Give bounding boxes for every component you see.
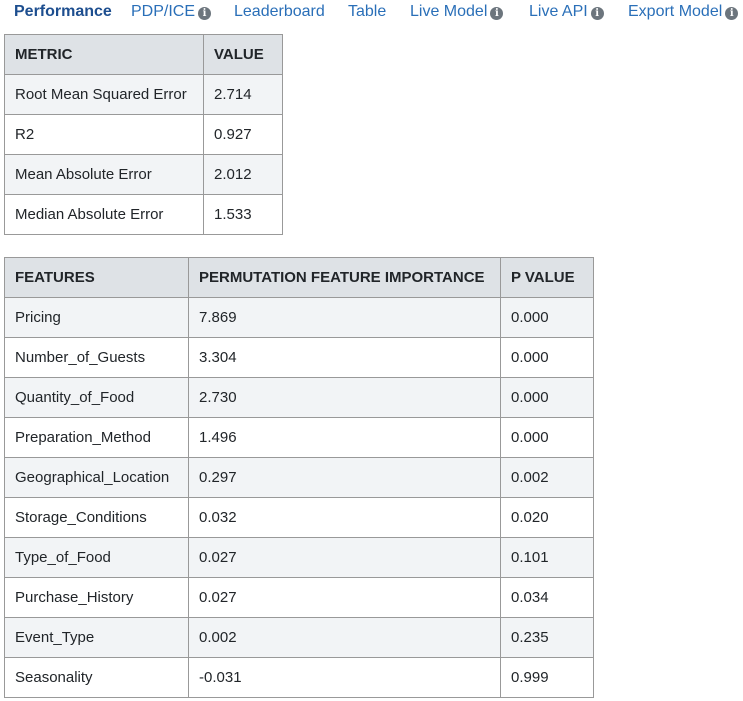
feature-p-value: 0.000	[500, 377, 594, 418]
metric-value: 0.927	[203, 114, 283, 155]
feature-importance: 0.027	[188, 577, 501, 618]
metric-name: Root Mean Squared Error	[4, 74, 204, 115]
table-row: Type_of_Food 0.027 0.101	[4, 537, 594, 578]
feature-name: Preparation_Method	[4, 417, 189, 458]
tab-table[interactable]: Table	[348, 2, 386, 22]
table-header-row: FEATURES PERMUTATION FEATURE IMPORTANCE …	[4, 257, 594, 298]
feature-importance: -0.031	[188, 657, 501, 698]
table-row: Mean Absolute Error 2.012	[4, 154, 283, 195]
feature-p-value: 0.034	[500, 577, 594, 618]
feature-p-value: 0.101	[500, 537, 594, 578]
feature-importance: 0.002	[188, 617, 501, 658]
info-icon[interactable]: i	[725, 7, 739, 20]
feature-importance: 2.730	[188, 377, 501, 418]
info-icon[interactable]: i	[590, 7, 604, 20]
feature-name: Pricing	[4, 297, 189, 338]
feature-p-value: 0.235	[500, 617, 594, 658]
feature-importance: 0.032	[188, 497, 501, 538]
feature-name: Storage_Conditions	[4, 497, 189, 538]
table-row: Geographical_Location 0.297 0.002	[4, 457, 594, 498]
feature-p-value: 0.000	[500, 297, 594, 338]
feature-p-value: 0.000	[500, 337, 594, 378]
table-row: Pricing 7.869 0.000	[4, 297, 594, 338]
metrics-table: METRIC VALUE Root Mean Squared Error 2.7…	[4, 34, 283, 235]
tab-bar: Performance PDP/ICE i Leaderboard Table L…	[0, 0, 743, 26]
info-icon[interactable]: i	[198, 7, 212, 20]
feature-name: Event_Type	[4, 617, 189, 658]
feature-name: Quantity_of_Food	[4, 377, 189, 418]
tab-live-model[interactable]: Live Model i	[410, 2, 504, 22]
metric-value: 2.012	[203, 154, 283, 195]
column-header-features: FEATURES	[4, 257, 189, 298]
tab-label: Performance	[14, 3, 112, 20]
feature-importance: 0.027	[188, 537, 501, 578]
table-row: Number_of_Guests 3.304 0.000	[4, 337, 594, 378]
tab-pdp-ice[interactable]: PDP/ICE i	[131, 2, 212, 22]
feature-importance: 7.869	[188, 297, 501, 338]
metric-name: Mean Absolute Error	[4, 154, 204, 195]
tab-export-model[interactable]: Export Model i	[628, 2, 739, 22]
table-row: Storage_Conditions 0.032 0.020	[4, 497, 594, 538]
table-row: Quantity_of_Food 2.730 0.000	[4, 377, 594, 418]
feature-name: Purchase_History	[4, 577, 189, 618]
metric-value: 1.533	[203, 194, 283, 235]
feature-importance-table: FEATURES PERMUTATION FEATURE IMPORTANCE …	[4, 257, 594, 698]
table-row: Event_Type 0.002 0.235	[4, 617, 594, 658]
tab-label: Table	[348, 3, 387, 20]
tab-label: PDP/ICE	[131, 3, 196, 20]
feature-name: Type_of_Food	[4, 537, 189, 578]
table-row: Median Absolute Error 1.533	[4, 194, 283, 235]
column-header-metric: METRIC	[4, 34, 204, 75]
feature-name: Number_of_Guests	[4, 337, 189, 378]
table-row: Root Mean Squared Error 2.714	[4, 74, 283, 115]
feature-importance: 1.496	[188, 417, 501, 458]
table-row: Preparation_Method 1.496 0.000	[4, 417, 594, 458]
table-row: R2 0.927	[4, 114, 283, 155]
metric-value: 2.714	[203, 74, 283, 115]
tab-performance[interactable]: Performance	[14, 2, 112, 22]
info-icon[interactable]: i	[490, 7, 504, 20]
feature-name: Seasonality	[4, 657, 189, 698]
column-header-value: VALUE	[203, 34, 283, 75]
tab-label: Live Model	[410, 3, 488, 20]
table-header-row: METRIC VALUE	[4, 34, 283, 75]
tab-leaderboard[interactable]: Leaderboard	[234, 2, 325, 22]
column-header-p-value: P VALUE	[500, 257, 594, 298]
feature-name: Geographical_Location	[4, 457, 189, 498]
feature-importance: 0.297	[188, 457, 501, 498]
feature-p-value: 0.000	[500, 417, 594, 458]
feature-p-value: 0.020	[500, 497, 594, 538]
table-row: Purchase_History 0.027 0.034	[4, 577, 594, 618]
feature-p-value: 0.002	[500, 457, 594, 498]
feature-importance: 3.304	[188, 337, 501, 378]
tab-label: Export Model	[628, 3, 723, 20]
table-row: Seasonality -0.031 0.999	[4, 657, 594, 698]
column-header-importance: PERMUTATION FEATURE IMPORTANCE	[188, 257, 501, 298]
feature-p-value: 0.999	[500, 657, 594, 698]
metric-name: Median Absolute Error	[4, 194, 204, 235]
tab-live-api[interactable]: Live API i	[529, 2, 604, 22]
tab-label: Live API	[529, 3, 588, 20]
metric-name: R2	[4, 114, 204, 155]
tab-label: Leaderboard	[234, 3, 325, 20]
